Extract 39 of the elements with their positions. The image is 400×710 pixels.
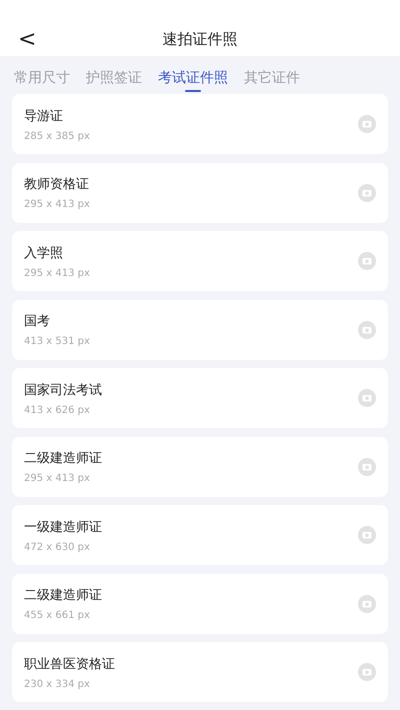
item-name: 二级建造师证	[24, 450, 103, 467]
camera-icon[interactable]	[358, 115, 376, 133]
item-name: 国家司法考试	[24, 382, 103, 398]
size-card[interactable]: 二级建造师证 295 x 413 px	[12, 436, 388, 496]
page-title: 速拍证件照	[162, 30, 238, 48]
item-name: 导游证	[24, 108, 64, 124]
camera-icon[interactable]	[358, 320, 376, 338]
item-name: 入学照	[24, 244, 64, 262]
item-size: 295 x 413 px	[24, 199, 91, 210]
size-card[interactable]: 国考 413 x 531 px	[12, 300, 388, 360]
camera-icon[interactable]	[358, 389, 376, 407]
size-card[interactable]: 一级建造师证 472 x 630 px	[12, 505, 388, 565]
item-name: 一级建造师证	[24, 518, 103, 536]
size-card[interactable]: 教师资格证 295 x 413 px	[12, 162, 388, 222]
item-size: 295 x 413 px	[24, 268, 91, 278]
camera-icon[interactable]	[358, 458, 376, 476]
item-name: 职业兽医资格证	[24, 656, 116, 672]
item-name: 国考	[24, 313, 51, 330]
item-name: 教师资格证	[24, 176, 90, 193]
size-card[interactable]: 导游证 285 x 385 px	[12, 94, 388, 154]
item-size: 295 x 413 px	[24, 473, 91, 484]
camera-icon[interactable]	[358, 594, 376, 612]
camera-icon[interactable]	[358, 252, 376, 270]
tab[interactable]: 考试证件照	[152, 56, 234, 92]
size-card[interactable]: 入学照 295 x 413 px	[12, 231, 388, 291]
camera-icon[interactable]	[358, 526, 376, 544]
camera-icon[interactable]	[358, 663, 376, 681]
camera-icon[interactable]	[358, 184, 376, 202]
item-size: 413 x 626 px	[24, 404, 91, 416]
item-size: 230 x 334 px	[24, 678, 91, 690]
item-size: 285 x 385 px	[24, 130, 91, 142]
size-card[interactable]: 职业兽医资格证 230 x 334 px	[12, 642, 388, 702]
item-size: 413 x 531 px	[24, 336, 91, 347]
size-card[interactable]: 国家司法考试 413 x 626 px	[12, 368, 388, 428]
item-size: 455 x 661 px	[24, 610, 91, 621]
size-card[interactable]: 二级建造师证 455 x 661 px	[12, 574, 388, 634]
item-size: 472 x 630 px	[24, 542, 91, 552]
back-button[interactable]: <	[14, 28, 40, 52]
item-name: 二级建造师证	[24, 587, 103, 604]
